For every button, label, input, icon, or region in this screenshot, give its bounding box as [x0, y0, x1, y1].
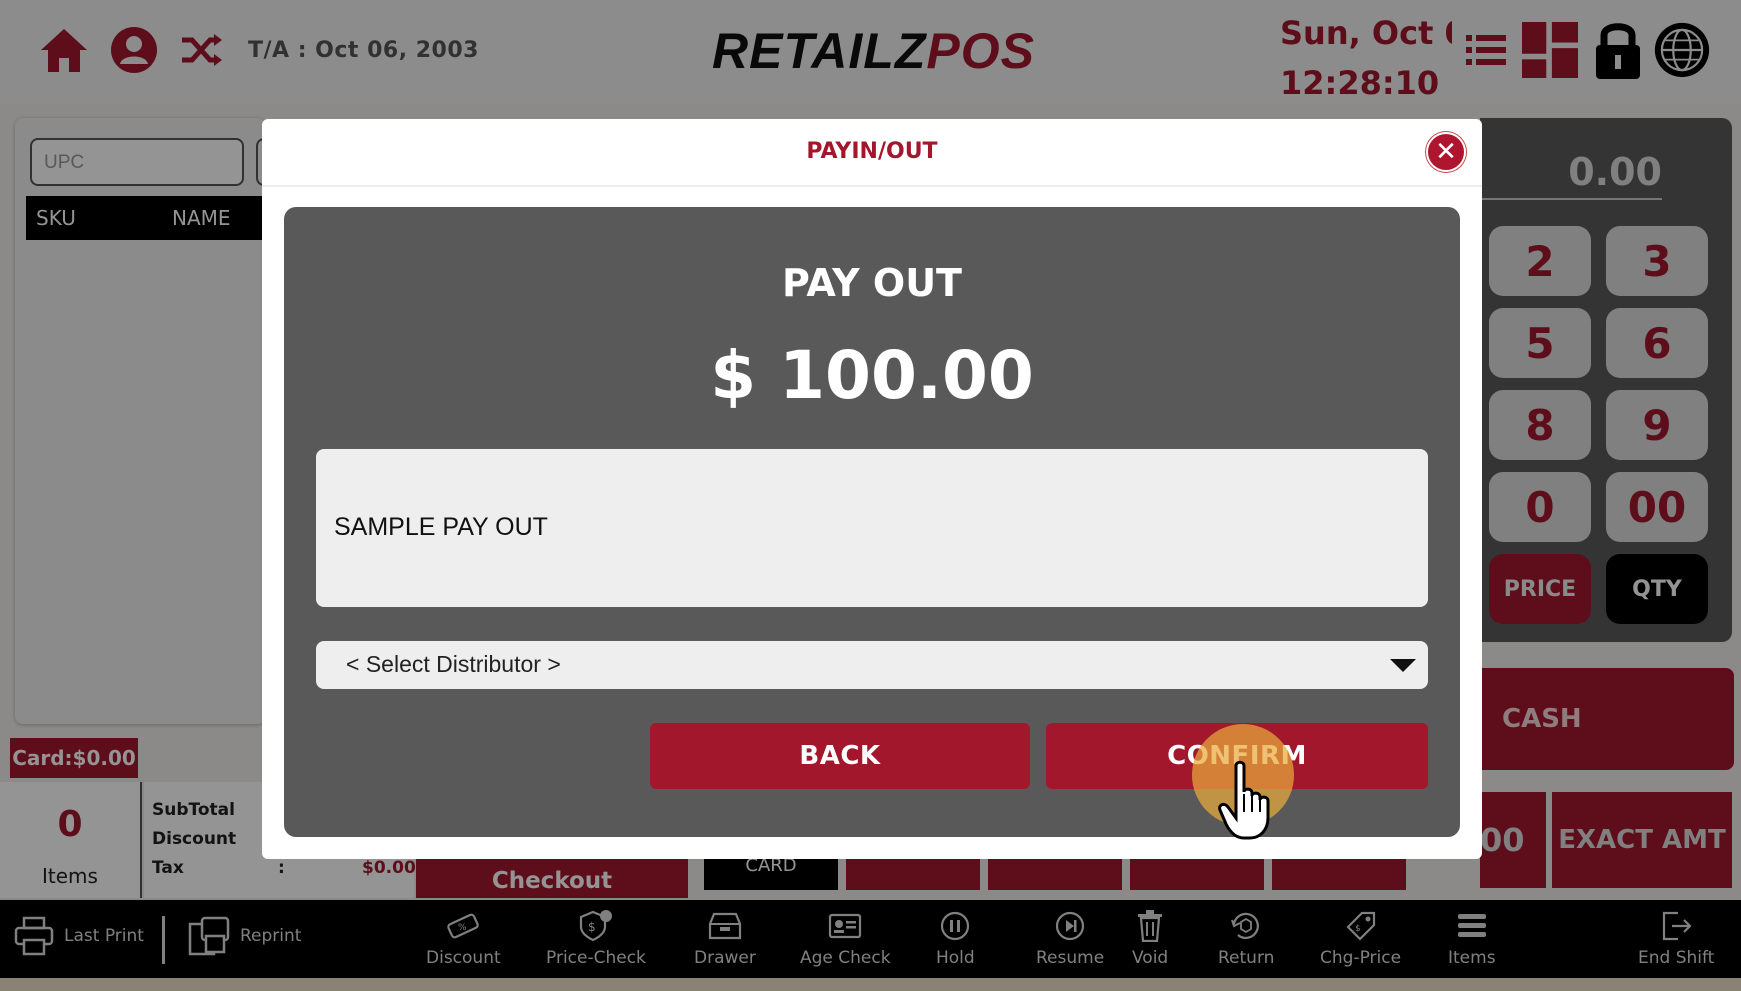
payout-panel: PAY OUT $ 100.00 SAMPLE PAY OUT < Select… — [284, 207, 1460, 837]
modal-divider — [262, 185, 1482, 187]
chevron-down-icon — [1390, 659, 1416, 672]
close-button[interactable]: ✕ — [1426, 132, 1466, 172]
payout-heading: PAY OUT — [782, 261, 962, 305]
close-icon: ✕ — [1435, 137, 1457, 167]
back-button[interactable]: BACK — [650, 723, 1030, 789]
hand-cursor-icon — [1218, 760, 1270, 840]
distributor-selected-value: < Select Distributor > — [346, 651, 561, 677]
distributor-select[interactable]: < Select Distributor > — [316, 641, 1428, 689]
payinout-modal: PAYIN/OUT ✕ PAY OUT $ 100.00 SAMPLE PAY … — [262, 119, 1482, 859]
payout-amount: $ 100.00 — [710, 337, 1034, 414]
payout-note-field[interactable]: SAMPLE PAY OUT — [316, 449, 1428, 607]
modal-title: PAYIN/OUT — [806, 139, 938, 164]
